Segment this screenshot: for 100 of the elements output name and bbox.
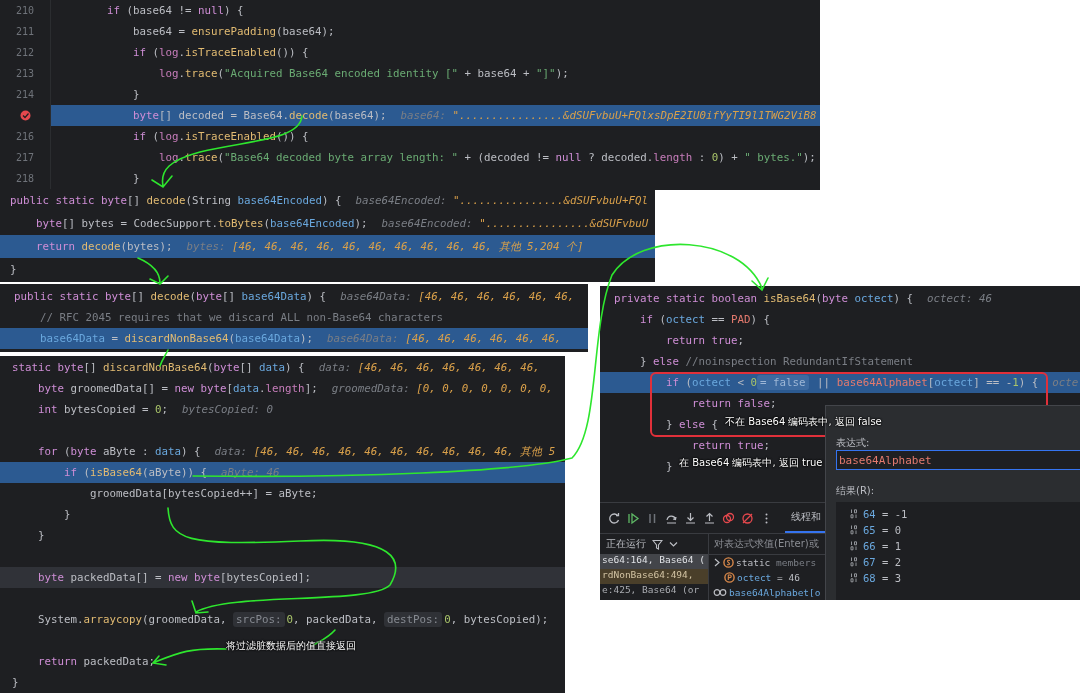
inline-value-hint: base64: "................&dSUFvbuU+FQlxsDpE2IU0ifYyTI9l1TWG2ViB8: [400, 109, 817, 122]
resume-icon[interactable]: [627, 511, 640, 525]
result-entry[interactable]: 68 = 3: [863, 572, 901, 584]
thread-status: 正在运行: [606, 537, 646, 551]
code-text: int bytesCopied = 0;: [38, 403, 169, 416]
code-text: }: [64, 508, 71, 521]
glasses-icon: [713, 588, 727, 597]
code-text: return true;: [692, 439, 771, 452]
line-number: 210: [15, 5, 35, 16]
inline-value-hint: base64Encoded: "................&dSUFvbuU+FQl: [355, 194, 649, 207]
inline-value-hint: data: [46, 46, 46, 46, 46, 46, 46,: [318, 361, 540, 374]
stack-frame[interactable]: e:425, Base64 (or: [600, 584, 708, 599]
inline-value-hint: bytesCopied: 0: [182, 403, 274, 416]
line-number: 213: [15, 68, 35, 79]
line-number: 212: [15, 47, 35, 58]
inline-value-hint: base64Data: [46, 46, 46, 46, 46, 46,: [340, 290, 575, 303]
chevron-right-icon[interactable]: [713, 558, 721, 567]
code-text: || base64Alphabet[octect] == -1) {: [816, 376, 1039, 389]
annotation-text: 在 Base64 编码表中, 返回 true: [679, 456, 823, 470]
result-entry[interactable]: 65 = 0: [863, 524, 901, 536]
result-label: 结果(R):: [836, 484, 876, 498]
static-member-icon: [723, 557, 734, 568]
inline-value-hint: bytes: [46, 46, 46, 46, 46, 46, 46, 46, 46, 46, 其他 5,204 个]: [186, 239, 584, 254]
chevron-down-icon[interactable]: [669, 540, 678, 548]
code-text: }: [133, 172, 140, 185]
inline-value-hint: groomedData: [0, 0, 0, 0, 0, 0, 0,: [331, 382, 553, 395]
breakpoint-icon[interactable]: [19, 110, 31, 121]
expression-field[interactable]: base64Alphabet: [836, 450, 1080, 470]
code-text: return false;: [692, 397, 777, 410]
step-into-icon[interactable]: [684, 511, 697, 525]
expression-label: 表达式:: [836, 436, 871, 450]
inline-value-hint: octe: [1052, 376, 1079, 389]
code-text: }: [133, 88, 140, 101]
annotation-text: 不在 Base64 编码表中, 返回 false: [725, 415, 882, 429]
code-text: log.trace("Base64 decoded byte array length: " + (decoded != null ? decoded.length : 0) + " bytes.");: [159, 151, 816, 164]
code-text: if (log.isTraceEnabled()) {: [133, 46, 309, 59]
code-text: byte[] bytes = CodecSupport.toBytes(base64Encoded);: [36, 217, 368, 230]
variable-entry[interactable]: octect = 46: [737, 572, 800, 583]
code-text: }: [38, 529, 45, 542]
code-text: System.arraycopy(groomedData,: [38, 613, 228, 626]
binary-icon: [850, 509, 859, 519]
parameter-hint: srcPos:: [233, 612, 285, 627]
code-text: 0, packedData,: [286, 613, 379, 626]
line-number: 217: [15, 152, 35, 163]
result-entry[interactable]: 67 = 2: [863, 556, 901, 568]
code-text: static byte[] discardNonBase64(byte[] data) {: [12, 361, 305, 374]
code-text: public static byte[] decode(String base64Encoded) {: [10, 194, 342, 207]
code-text: 0, bytesCopied);: [444, 613, 549, 626]
code-text: if (base64 != null) {: [107, 4, 244, 17]
code-text: for (byte aByte : data) {: [38, 445, 201, 458]
line-number: 216: [15, 131, 35, 142]
code-text: } else //noinspection RedundantIfStatement: [640, 355, 914, 368]
mute-breakpoints-icon[interactable]: [741, 511, 754, 525]
code-text: byte groomedData[] = new byte[data.length];: [38, 382, 318, 395]
variable-entry[interactable]: static members: [736, 557, 817, 568]
code-text: byte[] decoded = Base64.decode(base64);: [133, 109, 387, 122]
code-text: if (isBase64(aByte)) {: [64, 466, 208, 479]
line-number: 218: [15, 173, 35, 184]
code-text: if (octect < 0: [666, 376, 758, 389]
code-text: base64 = ensurePadding(base64);: [133, 25, 335, 38]
inline-value-hint: base64Data: [46, 46, 46, 46, 46, 46,: [327, 332, 562, 345]
code-text: return decode(bytes);: [36, 240, 173, 253]
parameter-icon: [724, 572, 735, 583]
stack-frame[interactable]: rdNonBase64:494,: [600, 569, 708, 584]
code-text: // RFC 2045 requires that we discard ALL non-Base64 characters: [40, 311, 444, 324]
binary-icon: [850, 541, 859, 551]
result-entry[interactable]: 66 = 1: [863, 540, 901, 552]
inline-value-hint: base64Encoded: "................&dSUFvbuU: [381, 217, 649, 230]
code-text: byte packedData[] = new byte[bytesCopied];: [38, 571, 312, 584]
code-text: }: [12, 676, 19, 689]
line-number: 214: [15, 89, 35, 100]
code-text: return packedData;: [38, 655, 156, 668]
binary-icon: [850, 573, 859, 583]
binary-icon: [850, 525, 859, 535]
code-text: private static boolean isBase64(byte octect) {: [614, 292, 914, 305]
line-number: 211: [15, 26, 35, 37]
inline-value-hint: octect: 46: [927, 292, 993, 305]
inline-value-hint: data: [46, 46, 46, 46, 46, 46, 46, 46, 46, 46, 其他 5: [214, 444, 556, 459]
code-text: } else {: [666, 418, 719, 431]
code-text: if (octect == PAD) {: [640, 313, 771, 326]
code-text: }: [666, 460, 673, 473]
code-text: if (log.isTraceEnabled()) {: [133, 130, 309, 143]
curved-arrow: [137, 257, 169, 285]
code-text: base64Data = discardNonBase64(base64Data);: [40, 332, 314, 345]
code-text: return true;: [666, 334, 745, 347]
filter-icon[interactable]: [652, 538, 663, 550]
annotation-text: 将过滤脏数据后的值直接返回: [226, 639, 356, 653]
binary-icon: [850, 557, 859, 567]
code-text: log.trace("Acquired Base64 encoded identity [" + base64 + "]");: [159, 67, 569, 80]
code-text: public static byte[] decode(byte[] base64Data) {: [14, 290, 327, 303]
step-out-icon[interactable]: [703, 511, 716, 525]
code-text: }: [10, 263, 17, 276]
variable-entry[interactable]: base64Alphabet[o: [729, 587, 821, 598]
parameter-hint: destPos:: [384, 612, 443, 627]
stack-frame[interactable]: se64:164, Base64 (: [600, 554, 708, 569]
rerun-icon[interactable]: [608, 511, 621, 525]
result-entry[interactable]: 64 = -1: [863, 508, 908, 520]
parameter-hint: = false: [757, 375, 809, 390]
breakpoints-icon[interactable]: [722, 511, 735, 525]
code-text: groomedData[bytesCopied++] = aByte;: [90, 487, 318, 500]
